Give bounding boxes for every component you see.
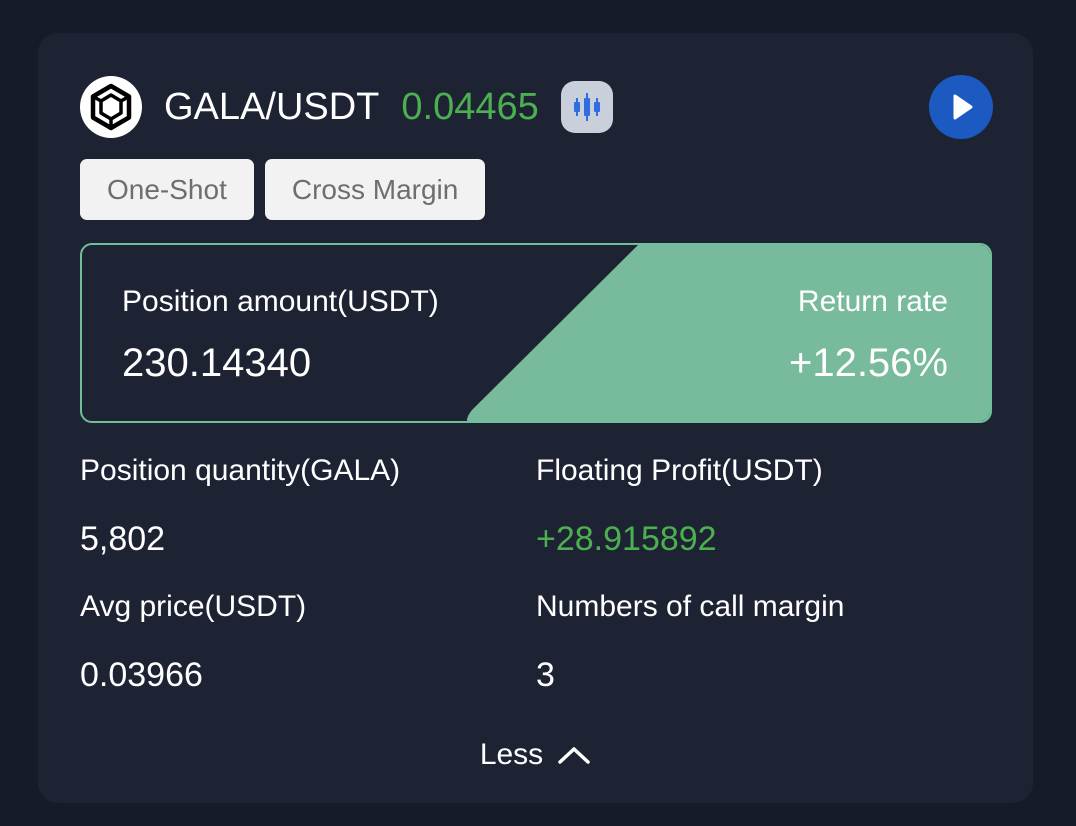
floating-profit-value: +28.915892 [536, 520, 717, 558]
less-label: Less [479, 738, 544, 771]
position-quantity-value: 5,802 [80, 520, 166, 558]
current-price: 0.04465 [401, 85, 539, 128]
return-rate-label: Return rate [797, 285, 948, 318]
position-amount-value: 230.14340 [122, 341, 312, 385]
position-quantity-label: Position quantity(GALA) [80, 454, 401, 487]
play-icon [953, 94, 973, 120]
gala-logo-icon [80, 76, 142, 138]
return-rate-panel [467, 245, 990, 421]
avg-price-value: 0.03966 [80, 656, 203, 694]
chevron-up-icon [557, 745, 591, 765]
call-margin-value: 3 [536, 656, 555, 694]
return-rate-value: +12.56% [788, 341, 948, 385]
position-amount-label: Position amount(USDT) [122, 285, 439, 318]
strategy-tags: One-Shot Cross Margin [80, 159, 496, 220]
position-summary-panel: Position amount(USDT) 230.14340 Return r… [80, 243, 992, 423]
position-card: GALA/USDT 0.04465 One-Shot Cross Margin … [38, 33, 1033, 803]
card-header: GALA/USDT 0.04465 [80, 75, 613, 139]
trading-pair: GALA/USDT [164, 85, 380, 128]
play-button[interactable] [929, 75, 993, 139]
candlestick-chart-icon[interactable] [560, 81, 613, 133]
less-toggle-button[interactable]: Less [38, 738, 1033, 772]
avg-price-label: Avg price(USDT) [80, 590, 307, 623]
call-margin-label: Numbers of call margin [536, 590, 845, 623]
tag-one-shot: One-Shot [80, 159, 254, 220]
tag-cross-margin: Cross Margin [264, 159, 486, 220]
floating-profit-label: Floating Profit(USDT) [536, 454, 823, 487]
